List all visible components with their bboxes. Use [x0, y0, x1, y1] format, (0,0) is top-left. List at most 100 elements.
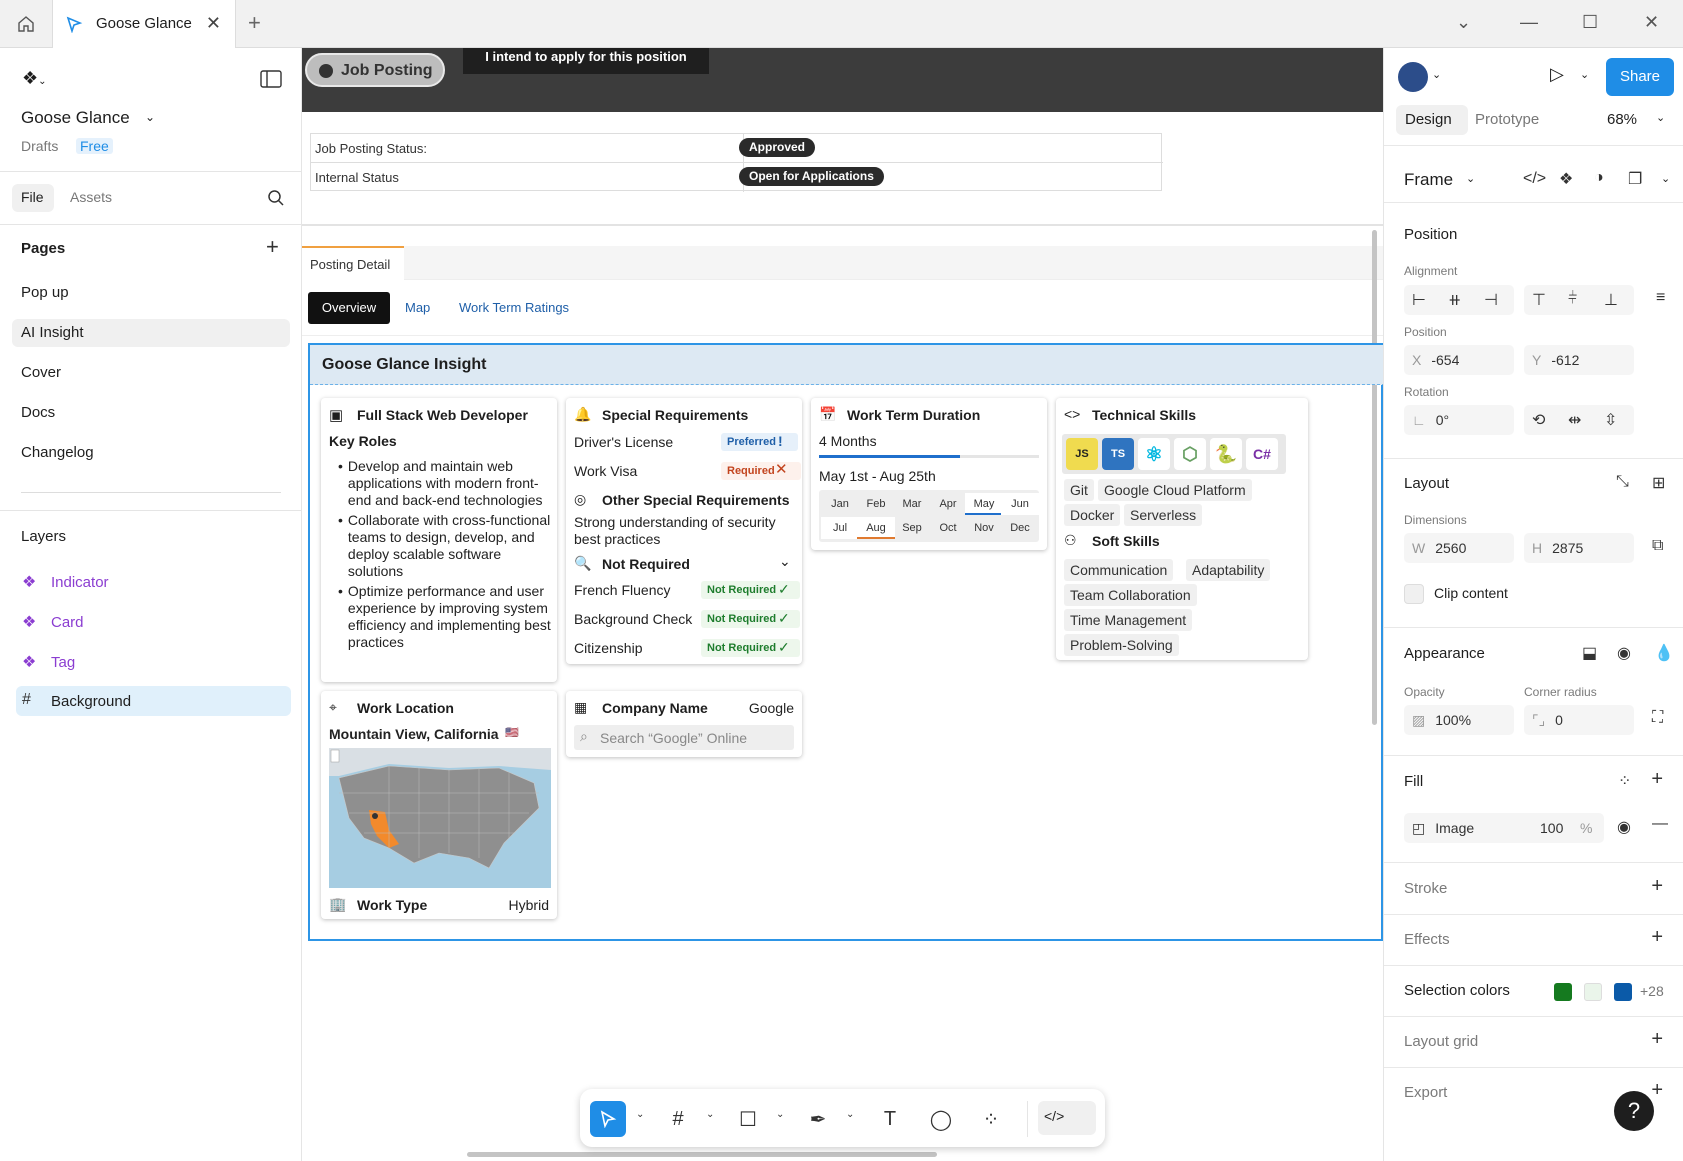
- chevron-down-icon[interactable]: ⌄: [779, 553, 791, 570]
- chevron-down-icon[interactable]: ⌄: [846, 1109, 854, 1120]
- insight-frame[interactable]: Goose Glance Insight ▣ Full Stack Web De…: [308, 343, 1383, 941]
- flip-vertical-icon[interactable]: ⇳: [1604, 410, 1617, 430]
- add-layout-grid-icon[interactable]: +: [1651, 1028, 1663, 1051]
- align-top-icon[interactable]: ⊤: [1532, 290, 1546, 310]
- chevron-down-icon[interactable]: ⌄: [1661, 172, 1670, 185]
- sidebar-toggle-icon[interactable]: [260, 70, 282, 88]
- close-tab-icon[interactable]: ✕: [206, 13, 221, 34]
- component-icon[interactable]: ❖: [1559, 169, 1573, 189]
- align-right-icon[interactable]: ⊣: [1484, 290, 1498, 310]
- collapse-icon[interactable]: ⤡: [1616, 473, 1629, 491]
- text-tool[interactable]: T: [872, 1101, 908, 1137]
- plan-badge[interactable]: Free: [76, 138, 113, 154]
- rotation-field[interactable]: ∟ 0°: [1404, 405, 1514, 435]
- actions-tool[interactable]: ⁘: [973, 1101, 1009, 1137]
- align-bottom-icon[interactable]: ⊥: [1604, 290, 1618, 310]
- shape-tool[interactable]: ☐: [730, 1101, 766, 1137]
- dev-mode-toggle[interactable]: </>: [1038, 1101, 1096, 1135]
- tab-work-term-ratings[interactable]: Work Term Ratings: [459, 292, 569, 324]
- mask-icon[interactable]: ❐: [1628, 169, 1642, 189]
- drafts-label[interactable]: Drafts: [21, 138, 58, 154]
- file-name[interactable]: Goose Glance: [21, 108, 130, 128]
- file-tab[interactable]: Goose Glance ✕: [52, 0, 236, 48]
- contrast-icon[interactable]: ◑: [1594, 169, 1604, 187]
- align-middle-icon[interactable]: ⫩: [1568, 290, 1577, 308]
- present-icon[interactable]: ▷: [1550, 64, 1564, 85]
- chevron-down-icon[interactable]: ⌄: [1580, 68, 1589, 81]
- layer-item-indicator[interactable]: ❖ Indicator: [22, 572, 282, 594]
- chevron-down-icon[interactable]: ⌄: [1432, 68, 1441, 81]
- window-close-icon[interactable]: ✕: [1644, 12, 1659, 33]
- resize-icon[interactable]: ⧉: [1652, 537, 1663, 555]
- chevron-down-icon[interactable]: ⌄: [776, 1109, 784, 1120]
- pen-tool[interactable]: ✒: [800, 1101, 836, 1137]
- horizontal-scrollbar[interactable]: [467, 1152, 937, 1157]
- chevron-down-icon[interactable]: ⌄: [706, 1109, 714, 1120]
- opacity-field[interactable]: ▨ 100%: [1404, 705, 1514, 735]
- align-left-icon[interactable]: ⊢: [1412, 290, 1426, 310]
- layer-item-tag[interactable]: ❖ Tag: [22, 652, 282, 674]
- eye-icon[interactable]: ◉: [1617, 643, 1631, 663]
- independent-corners-icon[interactable]: ⛶: [1652, 709, 1663, 727]
- eye-icon[interactable]: ◉: [1617, 817, 1631, 837]
- not-required-title[interactable]: Not Required: [602, 556, 690, 572]
- x-field[interactable]: X -654: [1404, 345, 1514, 375]
- search-icon[interactable]: [267, 189, 285, 207]
- page-item-ai-insight[interactable]: AI Insight: [21, 324, 84, 341]
- tab-prototype[interactable]: Prototype: [1475, 111, 1539, 128]
- comment-tool[interactable]: ◯: [923, 1101, 959, 1137]
- align-center-h-icon[interactable]: ⧺: [1448, 290, 1461, 310]
- company-search-input[interactable]: ⌕ Search “Google” Online: [574, 725, 794, 750]
- remove-fill-icon[interactable]: —: [1652, 815, 1668, 833]
- add-stroke-icon[interactable]: +: [1651, 875, 1663, 898]
- move-tool[interactable]: [590, 1101, 626, 1137]
- color-swatch[interactable]: [1584, 983, 1602, 1001]
- corner-radius-field[interactable]: ⌜⌟ 0: [1524, 705, 1634, 735]
- home-button[interactable]: [6, 6, 46, 42]
- minimize-icon[interactable]: —: [1520, 12, 1538, 33]
- chevron-down-icon[interactable]: ⌄: [1466, 172, 1475, 185]
- canvas[interactable]: Job Posting I intend to apply for this p…: [302, 48, 1383, 1161]
- rotate-icon[interactable]: ⟲: [1532, 410, 1545, 430]
- frame-type[interactable]: Frame: [1404, 170, 1453, 190]
- chevron-down-icon[interactable]: ⌄: [1456, 12, 1471, 33]
- chevron-down-icon[interactable]: ⌄: [636, 1109, 644, 1120]
- tab-file[interactable]: File: [12, 184, 54, 212]
- tab-map[interactable]: Map: [405, 292, 430, 324]
- height-field[interactable]: H 2875: [1524, 533, 1634, 563]
- tab-posting-detail[interactable]: Posting Detail: [302, 246, 404, 280]
- page-item-pop-up[interactable]: Pop up: [21, 284, 69, 301]
- page-item-changelog[interactable]: Changelog: [21, 444, 94, 461]
- us-map[interactable]: [329, 748, 551, 888]
- avatar[interactable]: [1398, 62, 1428, 92]
- color-swatch[interactable]: [1614, 983, 1632, 1001]
- tab-assets[interactable]: Assets: [70, 189, 112, 205]
- blend-icon[interactable]: 💧: [1654, 643, 1674, 663]
- clip-content-checkbox[interactable]: [1404, 584, 1424, 604]
- figma-menu-icon[interactable]: ❖⌄: [22, 68, 47, 89]
- chevron-down-icon[interactable]: ⌄: [1656, 111, 1665, 124]
- styles-icon[interactable]: ⁘: [1618, 771, 1631, 791]
- tab-overview[interactable]: Overview: [308, 292, 390, 324]
- pages-resize-handle[interactable]: [21, 492, 281, 493]
- distribute-icon[interactable]: ≡: [1656, 289, 1665, 307]
- add-page-icon[interactable]: +: [266, 234, 279, 260]
- y-field[interactable]: Y -612: [1524, 345, 1634, 375]
- page-item-cover[interactable]: Cover: [21, 364, 61, 381]
- flip-horizontal-icon[interactable]: ⇹: [1568, 410, 1581, 430]
- layer-item-card[interactable]: ❖ Card: [22, 612, 282, 634]
- add-effect-icon[interactable]: +: [1651, 926, 1663, 949]
- more-colors-count[interactable]: +28: [1640, 983, 1664, 999]
- new-tab-icon[interactable]: +: [248, 10, 261, 36]
- tab-design[interactable]: Design: [1396, 105, 1468, 135]
- zoom-level[interactable]: 68%: [1607, 111, 1637, 128]
- variable-icon[interactable]: ⬓: [1582, 643, 1597, 663]
- auto-layout-icon[interactable]: ⊞: [1652, 473, 1665, 493]
- share-button[interactable]: Share: [1606, 58, 1674, 96]
- code-icon[interactable]: </>: [1523, 170, 1546, 188]
- add-export-icon[interactable]: +: [1651, 1079, 1663, 1102]
- fill-field[interactable]: ◰ Image 100 %: [1404, 813, 1604, 843]
- help-button[interactable]: ?: [1614, 1091, 1654, 1131]
- add-fill-icon[interactable]: +: [1651, 768, 1663, 791]
- layer-item-background[interactable]: # Background: [22, 691, 282, 713]
